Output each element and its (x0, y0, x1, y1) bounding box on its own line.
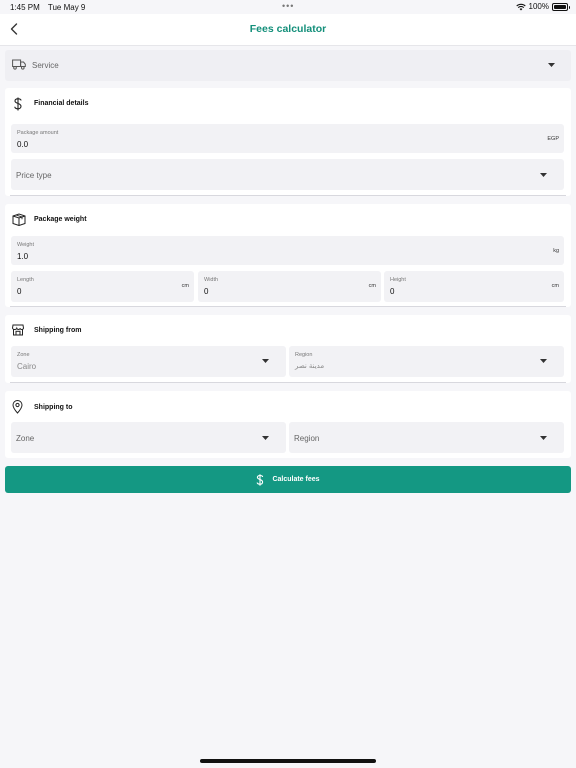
width-value: 0 (204, 287, 209, 296)
caret-down-icon (262, 436, 269, 440)
status-bar: 1:45 PM Tue May 9 ••• 100% (0, 0, 576, 14)
width-label: Width (204, 277, 219, 283)
dollar-icon (257, 473, 264, 486)
service-select[interactable]: Service (5, 50, 571, 81)
to-zone-placeholder: Zone (16, 434, 35, 443)
financial-details-card: Financial details Package amount 0.0 EGP… (5, 88, 571, 196)
caret-down-icon (540, 436, 547, 440)
price-type-select[interactable]: Price type (11, 159, 564, 190)
from-zone-select[interactable]: Zone Cairo (11, 346, 286, 377)
height-value: 0 (390, 287, 395, 296)
weight-suffix: kg (553, 248, 559, 254)
to-zone-select[interactable]: Zone (11, 422, 286, 453)
location-pin-icon (12, 400, 23, 414)
weight-field[interactable]: Weight 1.0 kg (11, 236, 564, 265)
height-suffix: cm (551, 283, 559, 289)
section-title: Shipping from (34, 327, 82, 334)
status-time: 1:45 PM (10, 3, 40, 12)
package-weight-card: Package weight Weight 1.0 kg Length 0 cm… (5, 204, 571, 307)
length-suffix: cm (181, 283, 189, 289)
package-amount-label: Package amount (17, 130, 59, 136)
home-indicator[interactable] (200, 759, 376, 763)
from-zone-value: Cairo (17, 362, 37, 371)
width-suffix: cm (368, 283, 376, 289)
width-field[interactable]: Width 0 cm (198, 271, 381, 302)
page-title: Fees calculator (249, 23, 327, 35)
service-placeholder: Service (32, 61, 59, 70)
to-region-select[interactable]: Region (289, 422, 564, 453)
caret-down-icon (540, 359, 547, 363)
section-title: Package weight (34, 216, 87, 223)
battery-icon (552, 2, 570, 11)
package-amount-field[interactable]: Package amount 0.0 EGP (11, 124, 564, 153)
section-title: Shipping to (34, 404, 73, 411)
multitask-dots[interactable]: ••• (282, 1, 294, 11)
section-title: Financial details (34, 100, 89, 107)
status-date: Tue May 9 (47, 3, 86, 12)
package-icon (12, 213, 26, 226)
from-zone-label: Zone (17, 352, 30, 358)
nav-bar: Fees calculator (0, 14, 576, 46)
calculate-fees-label: Calculate fees (272, 476, 320, 483)
truck-icon (12, 59, 26, 70)
height-field[interactable]: Height 0 cm (384, 271, 564, 302)
wifi-icon (515, 3, 526, 10)
weight-label: Weight (17, 242, 35, 248)
from-region-label: Region (295, 352, 313, 358)
caret-down-icon (262, 359, 269, 363)
from-region-value: مدينة نصر (295, 363, 325, 370)
shipping-from-card: Shipping from Zone Cairo Region مدينة نص… (5, 315, 571, 383)
calculate-fees-button[interactable]: Calculate fees (5, 466, 571, 493)
shipping-to-card: Shipping to Zone Region (5, 391, 571, 458)
battery-percent: 100% (528, 2, 549, 11)
package-amount-value: 0.0 (17, 140, 29, 149)
length-label: Length (17, 277, 34, 283)
caret-down-icon (548, 63, 555, 67)
height-label: Height (390, 277, 406, 283)
caret-down-icon (540, 173, 547, 177)
from-region-select[interactable]: Region مدينة نصر (289, 346, 564, 377)
dollar-icon (14, 97, 22, 111)
to-region-placeholder: Region (294, 434, 320, 443)
currency-suffix: EGP (547, 136, 559, 142)
store-icon (12, 324, 24, 336)
price-type-placeholder: Price type (16, 171, 52, 180)
weight-value: 1.0 (17, 252, 29, 261)
length-field[interactable]: Length 0 cm (11, 271, 194, 302)
length-value: 0 (17, 287, 22, 296)
